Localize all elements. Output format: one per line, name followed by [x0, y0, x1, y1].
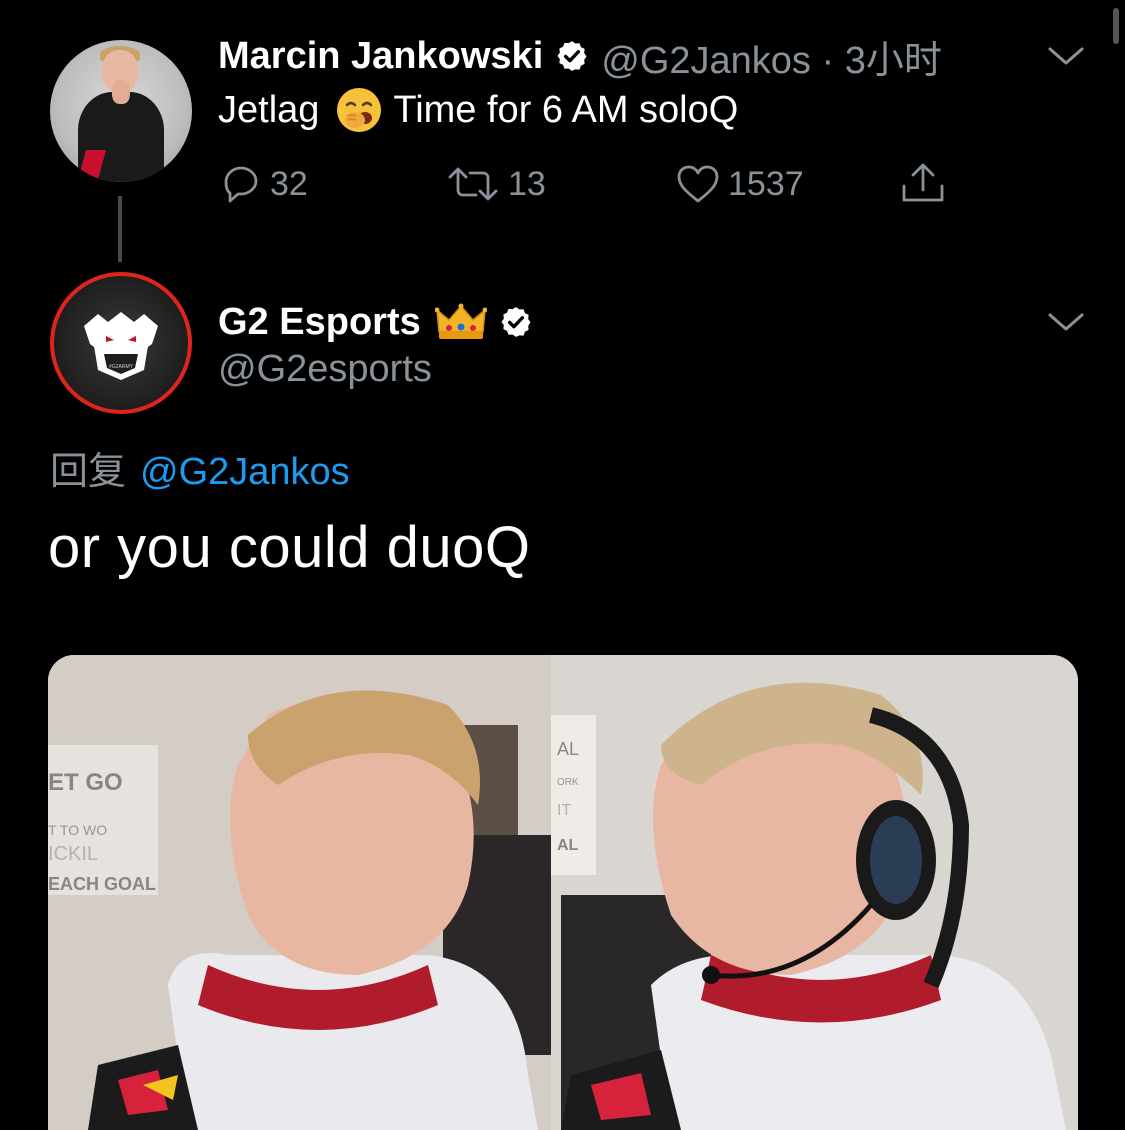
tweet-text-part-1: Jetlag	[218, 88, 320, 131]
display-name[interactable]: Marcin Jankowski	[218, 35, 543, 78]
retweet-count: 13	[508, 164, 546, 203]
sign-line-4: EACH GOAL	[48, 874, 156, 894]
sign-line-2: T TO WO	[48, 822, 107, 838]
svg-text:#G2ARMY: #G2ARMY	[109, 364, 134, 370]
heart-icon	[677, 165, 719, 203]
like-count: 1537	[728, 164, 804, 203]
avatar[interactable]	[50, 40, 192, 182]
sign-line-1: ET GO	[48, 769, 123, 796]
yawning-face-icon	[337, 88, 382, 132]
handle-and-time: @G2Jankos · 3小时	[601, 39, 942, 82]
retweet-button[interactable]: 13	[444, 160, 546, 208]
media-panel-right: AL ORK IT AL	[551, 655, 1078, 1130]
g2-avatar[interactable]: #G2ARMY	[50, 272, 192, 414]
reply-mention-link[interactable]: @G2Jankos	[140, 451, 350, 493]
replying-to: 回复 @G2Jankos	[50, 440, 350, 495]
media-panel-left: ET GO T TO WO ICKIL EACH GOAL	[48, 655, 551, 1130]
share-button[interactable]	[898, 160, 954, 208]
sign-line-1: AL	[557, 739, 579, 759]
person-photo-right: AL ORK IT AL	[551, 655, 1078, 1130]
tweet-text-part-2: Time for 6 AM soloQ	[393, 88, 739, 131]
g2-logo-icon: #G2ARMY	[84, 312, 158, 380]
person-photo-left: ET GO T TO WO ICKIL EACH GOAL	[48, 655, 551, 1130]
retweet-icon	[448, 167, 498, 201]
reply-icon	[224, 166, 258, 203]
reply-tweet-header: G2 Esports	[218, 296, 533, 348]
reply-prefix: 回复	[50, 451, 127, 493]
like-button[interactable]: 1537	[674, 160, 804, 208]
scrollbar[interactable]	[1113, 8, 1119, 44]
reply-count: 32	[270, 164, 308, 203]
tweet-text: Jetlag Time for 6 AM soloQ	[218, 86, 738, 134]
verified-badge-icon	[501, 307, 531, 337]
chevron-down-icon[interactable]	[1046, 44, 1086, 68]
sign-line-3: IT	[557, 802, 571, 819]
sign-line-3: ICKIL	[48, 843, 98, 865]
display-name[interactable]: G2 Esports	[218, 301, 421, 344]
crown-icon	[434, 303, 487, 339]
chevron-down-icon[interactable]	[1046, 310, 1086, 334]
sign-line-4: AL	[557, 837, 579, 854]
tweet-actions: 32 13 1537	[218, 160, 958, 208]
tweet-media-image[interactable]: ET GO T TO WO ICKIL EACH GOAL AL ORK IT …	[48, 655, 1078, 1130]
reply-tweet-text: or you could duoQ	[48, 515, 531, 580]
thread-line	[118, 196, 122, 262]
reply-button[interactable]: 32	[218, 160, 308, 208]
share-icon	[902, 163, 944, 202]
sign-line-2: ORK	[557, 777, 579, 788]
handle[interactable]: @G2esports	[218, 348, 432, 391]
verified-badge-icon	[557, 41, 587, 71]
parent-tweet-header: Marcin Jankowski @G2Jankos · 3小时	[218, 30, 942, 82]
